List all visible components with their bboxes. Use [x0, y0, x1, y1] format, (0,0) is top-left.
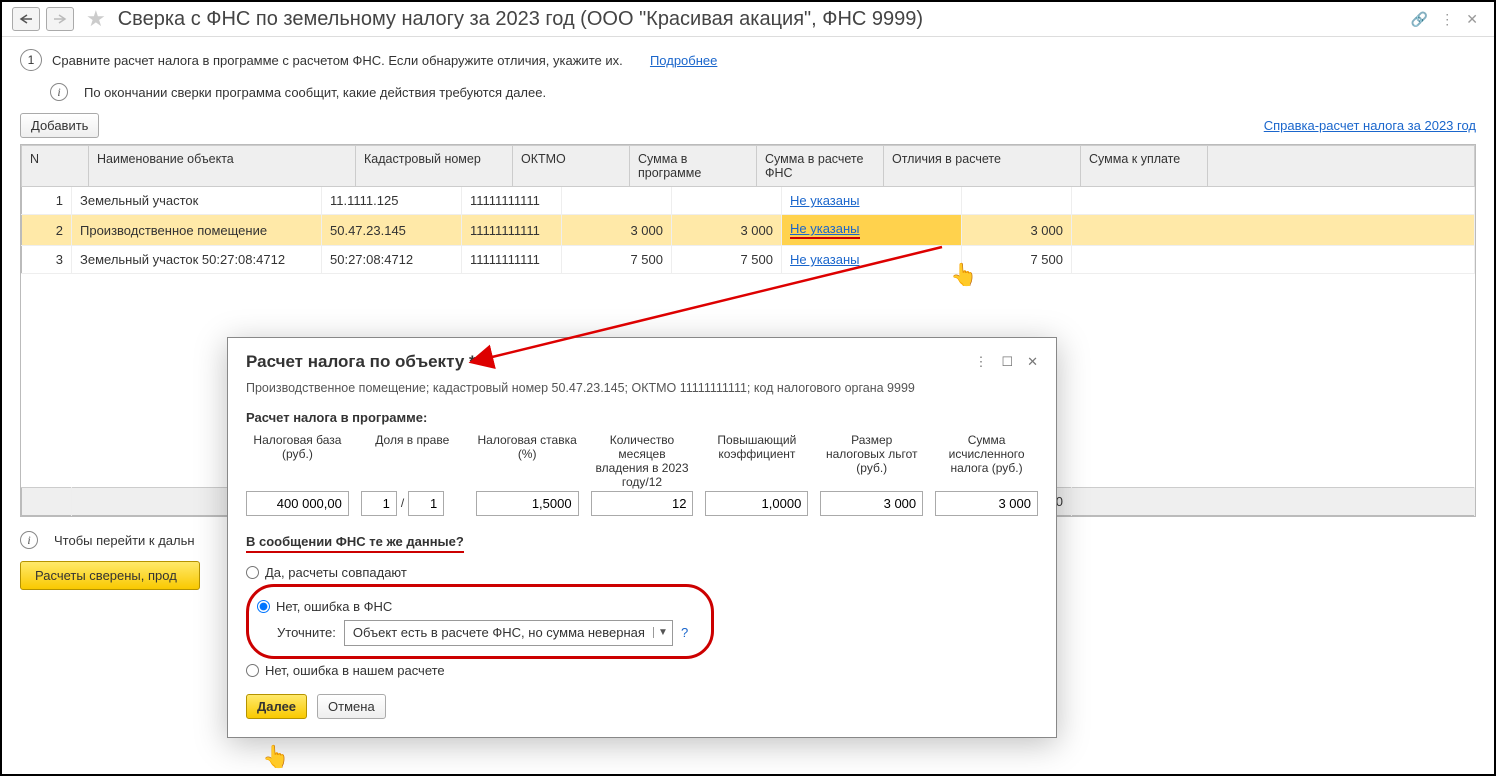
more-link[interactable]: Подробнее	[650, 53, 717, 68]
nav-forward-button[interactable]	[46, 7, 74, 31]
reconcile-done-button[interactable]: Расчеты сверены, прод	[20, 561, 200, 590]
lbl-months: Количество месяцев владения в 2023 году/…	[591, 433, 694, 491]
table-row[interactable]: 3 Земельный участок 50:27:08:4712 50:27:…	[22, 246, 1475, 274]
lbl-tax: Сумма исчисленного налога (руб.)	[935, 433, 1038, 491]
radio-yes-label: Да, расчеты совпадают	[265, 565, 407, 580]
table-row-selected[interactable]: 2 Производственное помещение 50.47.23.14…	[22, 215, 1475, 246]
lbl-coef: Повышаю­щий коэффици­ент	[705, 433, 808, 491]
step-number: 1	[20, 49, 42, 71]
input-tax[interactable]	[935, 491, 1038, 516]
lbl-relief: Размер налоговых льгот (руб.)	[820, 433, 923, 491]
clarify-label: Уточните:	[277, 625, 336, 640]
col-sum-fns: Сумма в расчете ФНС	[757, 146, 884, 187]
dialog-kebab-icon[interactable]: ⋮	[974, 354, 987, 370]
step-info: i По окончании сверки программа сообщит,…	[20, 77, 1476, 107]
info-icon: i	[50, 83, 68, 101]
input-months[interactable]	[591, 491, 694, 516]
radio-our-error[interactable]	[246, 664, 259, 677]
highlighted-option: Нет, ошибка в ФНС Уточните: Объект есть …	[246, 584, 714, 659]
col-spacer	[1208, 146, 1475, 187]
input-relief[interactable]	[820, 491, 923, 516]
step-instruction: 1 Сравните расчет налога в программе с р…	[20, 43, 1476, 77]
window-header: ★ Сверка с ФНС по земельному налогу за 2…	[2, 2, 1494, 37]
nav-back-button[interactable]	[12, 7, 40, 31]
step-text: Сравните расчет налога в программе с рас…	[52, 53, 623, 68]
col-sum-due: Сумма к уплате	[1081, 146, 1208, 187]
dialog-question: В сообщении ФНС те же данные?	[246, 534, 464, 553]
input-rate[interactable]	[476, 491, 579, 516]
help-icon[interactable]: ?	[681, 625, 688, 640]
cancel-button[interactable]: Отмена	[317, 694, 386, 719]
dialog-close-icon[interactable]: ✕	[1027, 354, 1038, 370]
favorite-star-icon[interactable]: ★	[86, 6, 106, 32]
lbl-base: Налоговая база (руб.)	[246, 433, 349, 491]
radio-fns-error[interactable]	[257, 600, 270, 613]
col-diff: Отличия в расчете	[884, 146, 1081, 187]
step-info-text: По окончании сверки программа сообщит, к…	[84, 85, 546, 100]
input-coef[interactable]	[705, 491, 808, 516]
chevron-down-icon[interactable]: ▼	[653, 627, 672, 638]
page-title: Сверка с ФНС по земельному налогу за 202…	[118, 8, 923, 31]
diff-link[interactable]: Не указаны	[790, 193, 860, 208]
col-n: N	[22, 146, 89, 187]
diff-link-selected[interactable]: Не указаны	[790, 221, 860, 239]
input-share-a[interactable]	[361, 491, 397, 516]
close-icon[interactable]: ✕	[1466, 11, 1478, 28]
dialog-maximize-icon[interactable]: ☐	[1001, 354, 1013, 370]
input-share-b[interactable]	[408, 491, 444, 516]
add-button[interactable]: Добавить	[20, 113, 99, 138]
dialog-title: Расчет налога по объекту *	[246, 352, 476, 372]
dialog-subtitle: Производственное помещение; кадастровый …	[246, 380, 1038, 398]
clarify-value: Объект есть в расчете ФНС, но сумма неве…	[345, 625, 653, 640]
link-icon[interactable]: 🔗	[1411, 11, 1428, 28]
dialog-section-head: Расчет налога в программе:	[246, 410, 1038, 425]
object-calc-dialog: Расчет налога по объекту * ⋮ ☐ ✕ Произво…	[227, 337, 1057, 738]
kebab-menu-icon[interactable]: ⋮	[1440, 11, 1454, 28]
radio-yes[interactable]	[246, 566, 259, 579]
lbl-share: Доля в праве	[361, 433, 464, 491]
col-cad: Кадастровый номер	[356, 146, 513, 187]
radio-yes-row[interactable]: Да, расчеты совпадают	[246, 565, 1038, 580]
col-name: Наименование объекта	[89, 146, 356, 187]
radio-fns-row[interactable]: Нет, ошибка в ФНС	[257, 599, 697, 614]
lbl-rate: Налоговая ставка (%)	[476, 433, 579, 491]
radio-our-label: Нет, ошибка в нашем расчете	[265, 663, 445, 678]
radio-our-row[interactable]: Нет, ошибка в нашем расчете	[246, 663, 1038, 678]
table-row[interactable]: 1 Земельный участок 11.1111.125 11111111…	[22, 187, 1475, 215]
info-icon: i	[20, 531, 38, 549]
col-oktmo: ОКТМО	[513, 146, 630, 187]
radio-fns-label: Нет, ошибка в ФНС	[276, 599, 392, 614]
input-base[interactable]	[246, 491, 349, 516]
hand-cursor-icon: 👆	[262, 744, 289, 770]
tax-report-link[interactable]: Справка-расчет налога за 2023 год	[1264, 118, 1476, 133]
diff-link[interactable]: Не указаны	[790, 252, 860, 267]
clarify-select[interactable]: Объект есть в расчете ФНС, но сумма неве…	[344, 620, 673, 646]
col-sum-prog: Сумма в программе	[630, 146, 757, 187]
calc-grid: Налоговая база (руб.) Доля в праве / Нал…	[246, 433, 1038, 516]
next-button[interactable]: Далее	[246, 694, 307, 719]
